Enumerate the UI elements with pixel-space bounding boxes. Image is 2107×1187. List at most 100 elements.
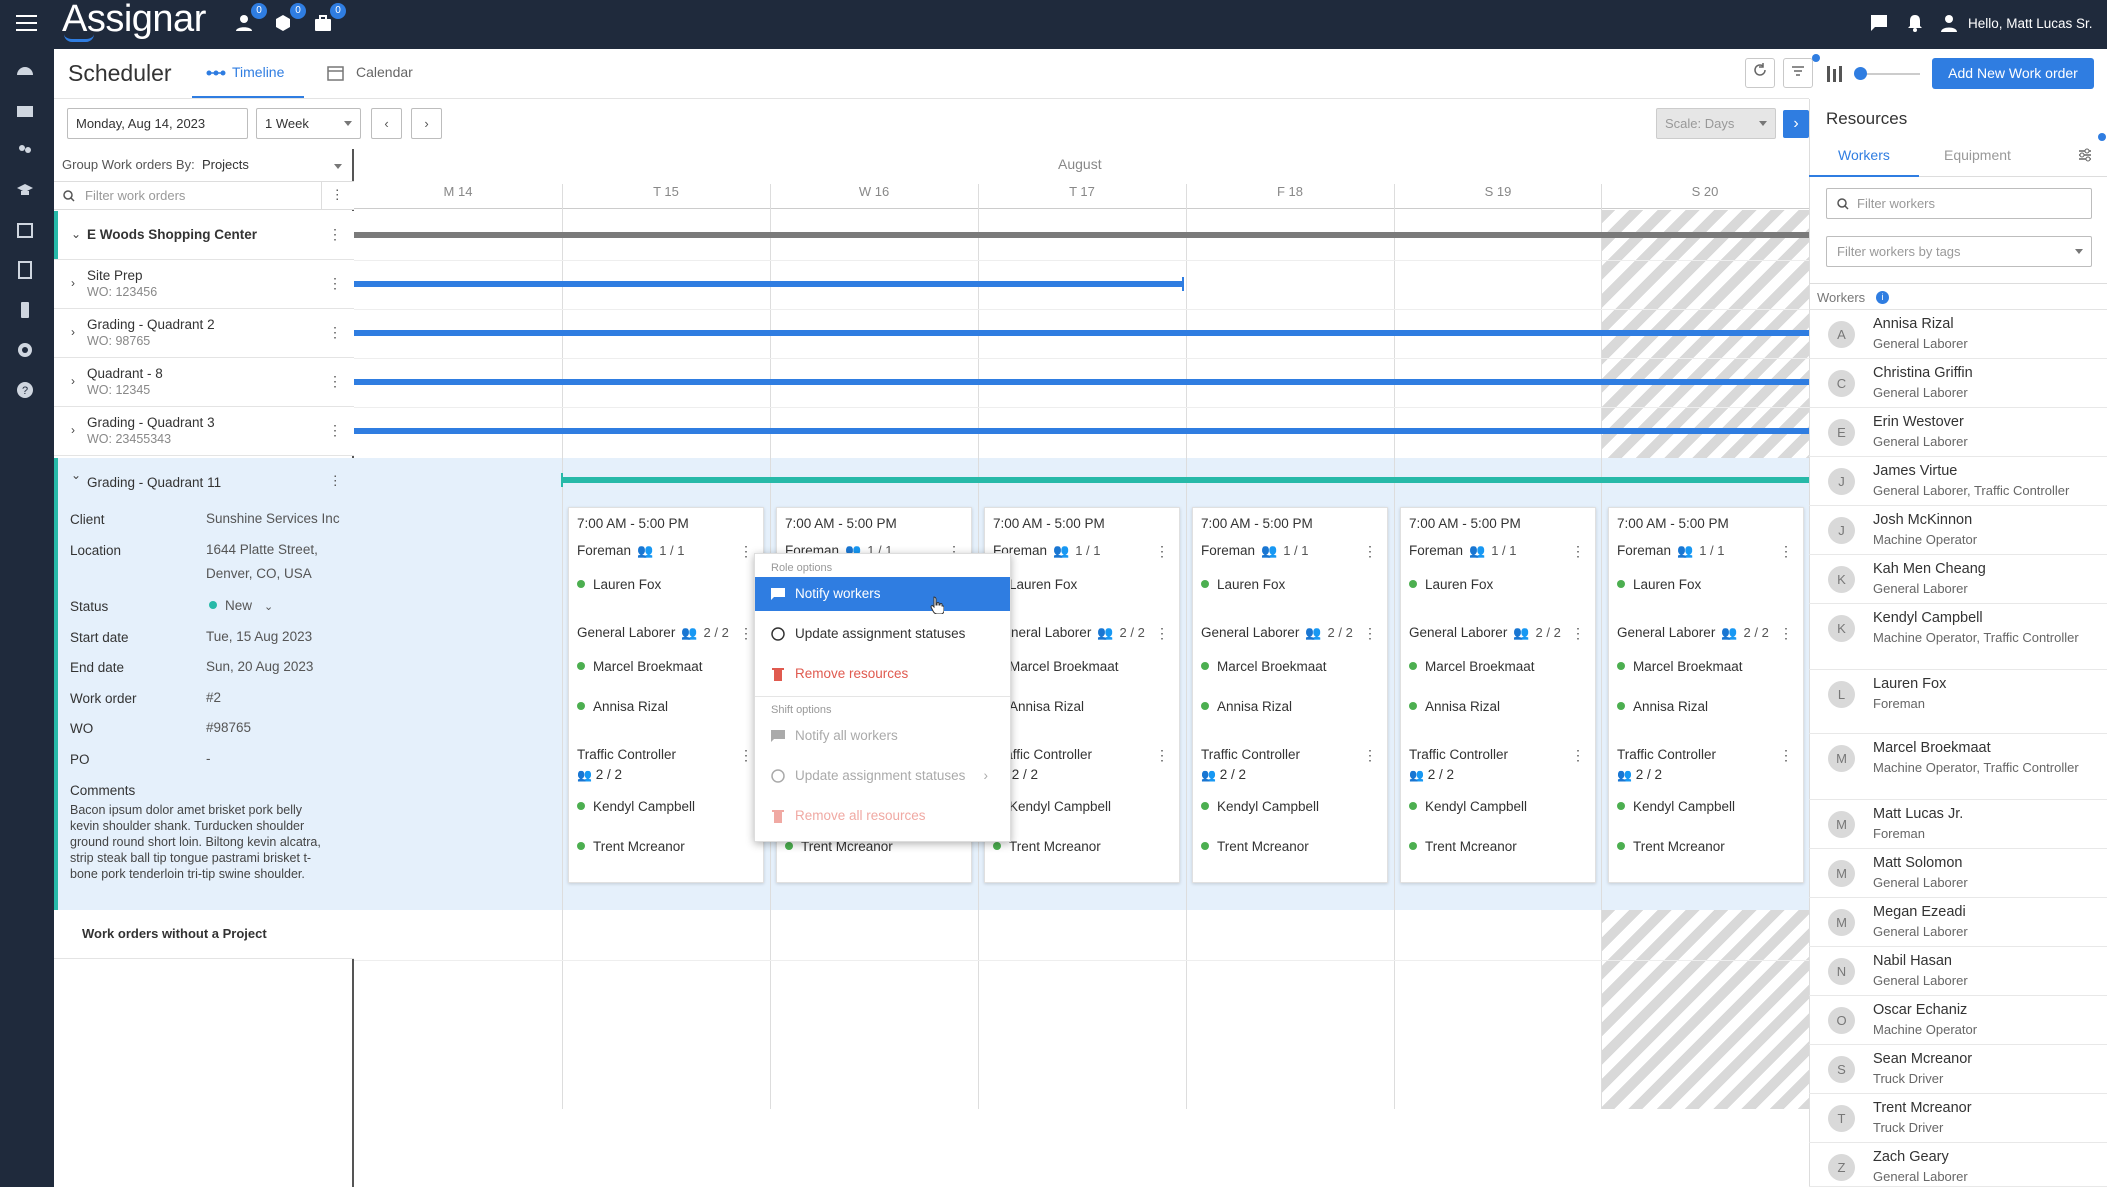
user-greeting[interactable]: Hello, Matt Lucas Sr. [1968,16,2093,31]
assigned-worker[interactable]: Marcel Broekmaat [1201,659,1327,674]
work-order-bar[interactable] [354,330,1809,336]
kebab-icon[interactable]: ⋮ [739,747,753,764]
kebab-icon[interactable]: ⋮ [739,625,753,642]
jobs-icon[interactable] [16,101,34,119]
work-order-row[interactable]: › Grading - Quadrant 2 WO: 98765 ⋮ [54,309,354,358]
shift-card[interactable]: 7:00 AM - 5:00 PM Foreman👥1 / 1 ⋮ Lauren… [1400,507,1596,883]
assigned-worker[interactable]: Kendyl Campbell [1409,799,1527,814]
forms-icon[interactable] [16,261,34,279]
chevron-right-icon[interactable]: › [71,374,75,388]
project-bar[interactable] [354,232,1809,238]
kebab-icon[interactable]: ⋮ [1779,747,1793,764]
kebab-icon[interactable]: ⋮ [1571,747,1585,764]
training-icon[interactable] [16,181,34,199]
equipment-icon[interactable]: 0 [273,3,306,33]
zoom-slider-track[interactable] [1858,73,1920,75]
prev-week-button[interactable]: ‹ [371,108,402,139]
work-order-row[interactable]: › Quadrant - 8 WO: 12345 ⋮ [54,358,354,407]
status-select[interactable]: New ⌄ [209,594,273,619]
work-order-row[interactable]: › Site Prep WO: 123456 ⋮ [54,260,354,309]
assigned-worker[interactable]: Kendyl Campbell [1201,799,1319,814]
filter-workers-tags-select[interactable]: Filter workers by tags [1826,236,2092,267]
assigned-worker[interactable]: Marcel Broekmaat [1409,659,1535,674]
chevron-right-icon[interactable]: › [71,325,75,339]
kebab-icon[interactable]: ⋮ [328,324,342,341]
project-row[interactable]: ⌄ E Woods Shopping Center ⋮ [54,211,354,260]
mobile-icon[interactable] [16,301,34,319]
shift-card[interactable]: 7:00 AM - 5:00 PM Foreman👥1 / 1 ⋮ Lauren… [1608,507,1804,883]
collapse-resources-button[interactable]: › [1783,110,1809,138]
settings-sliders-icon[interactable] [2078,148,2092,162]
remove-resources-item[interactable]: Remove resources [755,657,1010,691]
work-order-bar[interactable] [562,477,1809,483]
kebab-icon[interactable]: ⋮ [1155,625,1169,642]
date-picker[interactable]: Monday, Aug 14, 2023 [67,108,248,139]
tab-workers[interactable]: Workers [1838,147,1890,163]
worker-row[interactable]: M Megan Ezeadi General Laborer [1809,898,2107,947]
kebab-icon[interactable]: ⋮ [328,226,342,243]
shift-card[interactable]: 7:00 AM - 5:00 PM Foreman👥1 / 1 ⋮ Lauren… [984,507,1180,883]
range-select[interactable]: 1 Week [256,108,361,139]
help-icon[interactable]: ? [16,381,34,399]
columns-icon[interactable] [1826,65,1844,83]
tab-timeline[interactable]: Timeline [232,64,284,80]
bell-icon[interactable] [1906,14,1926,34]
kebab-icon[interactable]: ⋮ [328,422,342,439]
update-statuses-item[interactable]: Update assignment statuses [755,617,1010,651]
update-all-statuses-item[interactable]: Update assignment statuses › [755,759,1010,793]
kebab-icon[interactable]: ⋮ [328,373,342,390]
assigned-worker[interactable]: Lauren Fox [1201,577,1285,592]
worker-row[interactable]: T Trent Mcreanor Truck Driver [1809,1094,2107,1143]
assigned-worker[interactable]: Lauren Fox [577,577,661,592]
refresh-button[interactable] [1745,58,1775,88]
worker-row[interactable]: S Sean Mcreanor Truck Driver [1809,1045,2107,1094]
assigned-worker[interactable]: Trent Mcreanor [577,839,685,854]
worker-row[interactable]: J Josh McKinnon Machine Operator [1809,506,2107,555]
kebab-icon[interactable]: ⋮ [1571,543,1585,560]
kebab-icon[interactable]: ⋮ [1779,543,1793,560]
info-icon[interactable]: i [1876,291,1889,304]
worker-row[interactable]: L Lauren Fox Foreman [1809,670,2107,734]
assigned-worker[interactable]: Marcel Broekmaat [993,659,1119,674]
zoom-slider-handle[interactable] [1854,67,1867,80]
chevron-down-icon[interactable]: ⌄ [71,468,81,482]
filter-work-orders-input[interactable]: Filter work orders [85,188,185,203]
worker-row[interactable]: M Matt Solomon General Laborer [1809,849,2107,898]
dashboard-icon[interactable] [16,61,34,79]
assigned-worker[interactable]: Trent Mcreanor [1617,839,1725,854]
bar-start-handle[interactable] [561,473,563,487]
notify-workers-item[interactable]: Notify workers [755,577,1010,611]
menu-icon[interactable] [16,15,37,31]
assigned-worker[interactable]: Annisa Rizal [577,699,668,714]
worker-row[interactable]: C Christina Griffin General Laborer [1809,359,2107,408]
worker-row[interactable]: Z Zach Geary General Laborer [1809,1143,2107,1187]
shift-card[interactable]: 7:00 AM - 5:00 PM Foreman👥1 / 1 ⋮ Lauren… [1192,507,1388,883]
remove-all-resources-item[interactable]: Remove all resources [755,799,1010,833]
assigned-worker[interactable]: Lauren Fox [1409,577,1493,592]
scale-select[interactable]: Scale: Days [1656,108,1776,139]
shift-card[interactable]: 7:00 AM - 5:00 PM Foreman👥1 / 1 ⋮ Lauren… [568,507,764,883]
tab-equipment[interactable]: Equipment [1944,147,2011,163]
add-work-order-button[interactable]: Add New Work order [1932,58,2094,89]
chevron-right-icon[interactable]: › [71,276,75,290]
user-icon[interactable] [1940,14,1960,34]
chat-icon[interactable] [1870,14,1890,34]
assigned-worker[interactable]: Kendyl Campbell [577,799,695,814]
assigned-worker[interactable]: Marcel Broekmaat [577,659,703,674]
kebab-icon[interactable]: ⋮ [739,543,753,560]
work-order-bar[interactable] [354,379,1809,385]
worker-row[interactable]: K Kah Men Cheang General Laborer [1809,555,2107,604]
kebab-icon[interactable]: ⋮ [1571,625,1585,642]
work-order-name[interactable]: Grading - Quadrant 11 [87,475,221,490]
settings-icon[interactable] [16,341,34,359]
calendar-nav-icon[interactable] [16,221,34,239]
users-icon[interactable]: 0 [234,3,267,33]
worker-row[interactable]: J James Virtue General Laborer, Traffic Co… [1809,457,2107,506]
filter-workers-input[interactable]: Filter workers [1826,188,2092,219]
filter-options-kebab-icon[interactable]: ⋮ [331,187,345,203]
assigned-worker[interactable]: Lauren Fox [1617,577,1701,592]
assigned-worker[interactable]: Annisa Rizal [1409,699,1500,714]
kebab-icon[interactable]: ⋮ [329,473,343,489]
assigned-worker[interactable]: Annisa Rizal [1201,699,1292,714]
worker-row[interactable]: M Matt Lucas Jr. Foreman [1809,800,2107,849]
